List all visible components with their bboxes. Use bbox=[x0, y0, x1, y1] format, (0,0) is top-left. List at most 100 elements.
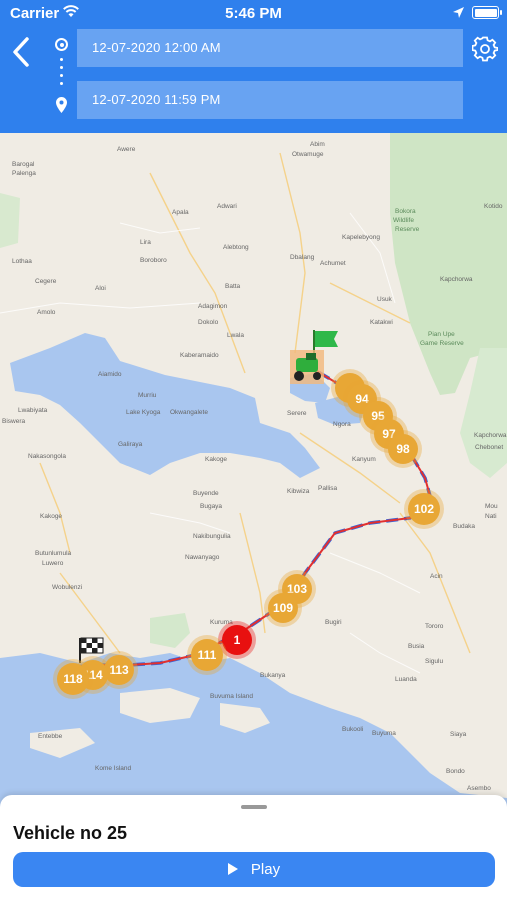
route-cluster[interactable]: 98 bbox=[388, 434, 418, 464]
play-button[interactable]: Play bbox=[13, 852, 495, 887]
end-datetime-field[interactable]: 12-07-2020 11:59 PM bbox=[77, 81, 463, 119]
timeline-dots bbox=[60, 58, 63, 90]
place-label: Kotido bbox=[484, 203, 503, 210]
play-icon bbox=[227, 863, 238, 875]
place-label: Wildlife bbox=[393, 217, 414, 224]
place-label: Siaya bbox=[450, 731, 467, 738]
route-cluster[interactable]: 111 bbox=[191, 639, 223, 671]
place-label: Game Reserve bbox=[420, 340, 464, 347]
start-datetime-field[interactable]: 12-07-2020 12:00 AM bbox=[77, 29, 463, 67]
vehicle-name: Vehicle no 25 bbox=[13, 823, 128, 843]
place-label: Kanyum bbox=[352, 456, 376, 463]
place-label: Nakasongola bbox=[28, 453, 66, 460]
place-label: Pallisa bbox=[318, 485, 338, 492]
place-label: Tororo bbox=[425, 623, 444, 630]
place-label: Butunlumula bbox=[35, 550, 72, 557]
route-cluster[interactable]: 113 bbox=[104, 655, 134, 685]
place-label: Luwero bbox=[42, 560, 64, 567]
current-position-marker[interactable]: 1 bbox=[222, 625, 252, 655]
place-label: Mou bbox=[485, 503, 498, 510]
battery-icon bbox=[472, 6, 502, 19]
place-label: Kuruma bbox=[210, 619, 233, 626]
place-label: Chebonet bbox=[475, 444, 504, 451]
place-label: Asembo bbox=[467, 785, 491, 792]
place-label: Nati bbox=[485, 513, 497, 520]
place-label: Kakoge bbox=[40, 513, 63, 520]
place-label: Reserve bbox=[395, 226, 420, 233]
route-cluster[interactable]: 109 bbox=[268, 593, 298, 623]
place-label: Kapelebyong bbox=[342, 234, 380, 241]
place-label: Ngora bbox=[333, 421, 351, 428]
place-label: Amolo bbox=[37, 309, 56, 316]
place-label: Kibwiza bbox=[287, 488, 310, 495]
place-label: Galiraya bbox=[118, 441, 143, 448]
place-label: Sigulu bbox=[425, 658, 444, 665]
place-label: Murriu bbox=[138, 392, 157, 399]
place-label: Palenga bbox=[12, 170, 36, 177]
place-label: Biswera bbox=[2, 418, 26, 425]
place-label: Apala bbox=[172, 209, 189, 216]
place-label: Aiamido bbox=[98, 371, 122, 378]
place-label: Otwamuge bbox=[292, 151, 324, 158]
place-label: Bukooli bbox=[342, 726, 364, 733]
place-label: Serere bbox=[287, 410, 307, 417]
chevron-left-icon bbox=[13, 37, 29, 67]
back-button[interactable] bbox=[8, 34, 36, 70]
place-label: Kome Island bbox=[95, 765, 132, 772]
place-label: Awere bbox=[117, 146, 136, 153]
place-label: Busia bbox=[408, 643, 425, 650]
map-canvas bbox=[0, 133, 507, 813]
place-label: Kaberamaido bbox=[180, 352, 219, 359]
bottom-sheet: Vehicle no 25 Play bbox=[0, 795, 507, 900]
place-label: Bondo bbox=[446, 768, 465, 775]
place-label: Luanda bbox=[395, 676, 417, 683]
place-label: Boroboro bbox=[140, 257, 167, 264]
vehicle-marker-icon bbox=[290, 350, 324, 384]
place-label: Entebbe bbox=[38, 733, 63, 740]
place-label: Nawanyago bbox=[185, 554, 220, 561]
place-label: Aloi bbox=[95, 285, 106, 292]
start-point-icon bbox=[55, 38, 68, 51]
gear-icon bbox=[471, 36, 499, 62]
place-label: Kapchorwa bbox=[474, 432, 507, 439]
place-label: Dbalang bbox=[290, 254, 315, 261]
place-label: Batta bbox=[225, 283, 241, 290]
place-label: Abim bbox=[310, 141, 325, 148]
place-label: Lira bbox=[140, 239, 151, 246]
place-label: Budaka bbox=[453, 523, 476, 530]
place-label: Acin bbox=[430, 573, 443, 580]
place-label: Pian Upe bbox=[428, 331, 455, 338]
route-cluster[interactable]: 102 bbox=[408, 493, 440, 525]
place-label: Adagimon bbox=[198, 303, 228, 310]
place-label: Lake Kyoga bbox=[126, 409, 161, 416]
place-label: Bokora bbox=[395, 208, 416, 215]
place-label: Lwabiyata bbox=[18, 407, 48, 414]
place-label: Alebtong bbox=[223, 244, 249, 251]
route-cluster[interactable]: 118 bbox=[57, 663, 89, 695]
place-label: Bukanya bbox=[260, 672, 286, 679]
settings-button[interactable] bbox=[471, 36, 499, 62]
place-label: Buyende bbox=[193, 490, 219, 497]
place-label: Wobulenzi bbox=[52, 584, 83, 591]
place-label: Bugaya bbox=[200, 503, 223, 510]
place-label: Bugiri bbox=[325, 619, 342, 626]
place-label: Lothaa bbox=[12, 258, 32, 265]
place-label: Barogal bbox=[12, 161, 35, 168]
status-bar: Carrier 5:46 PM bbox=[0, 0, 507, 28]
location-arrow-icon bbox=[452, 6, 465, 24]
map-view[interactable]: Barogal Palenga Awere Abim Otwamuge Koti… bbox=[0, 133, 507, 813]
place-label: Nakibungulia bbox=[193, 533, 231, 540]
place-label: Usuk bbox=[377, 296, 392, 303]
location-pin-icon bbox=[54, 96, 69, 119]
play-label: Play bbox=[250, 861, 281, 878]
place-label: Adwari bbox=[217, 203, 237, 210]
place-label: Kakoge bbox=[205, 456, 228, 463]
place-label: Okwangalete bbox=[170, 409, 208, 416]
header-bar: Carrier 5:46 PM 12-07-2020 12:00 AM 12-0… bbox=[0, 0, 507, 133]
place-label: Dokolo bbox=[198, 319, 219, 326]
sheet-drag-handle[interactable] bbox=[241, 805, 267, 809]
place-label: Cegere bbox=[35, 278, 57, 285]
place-label: Lwala bbox=[227, 332, 244, 339]
clock: 5:46 PM bbox=[225, 5, 282, 22]
place-label: Katakwi bbox=[370, 319, 393, 326]
